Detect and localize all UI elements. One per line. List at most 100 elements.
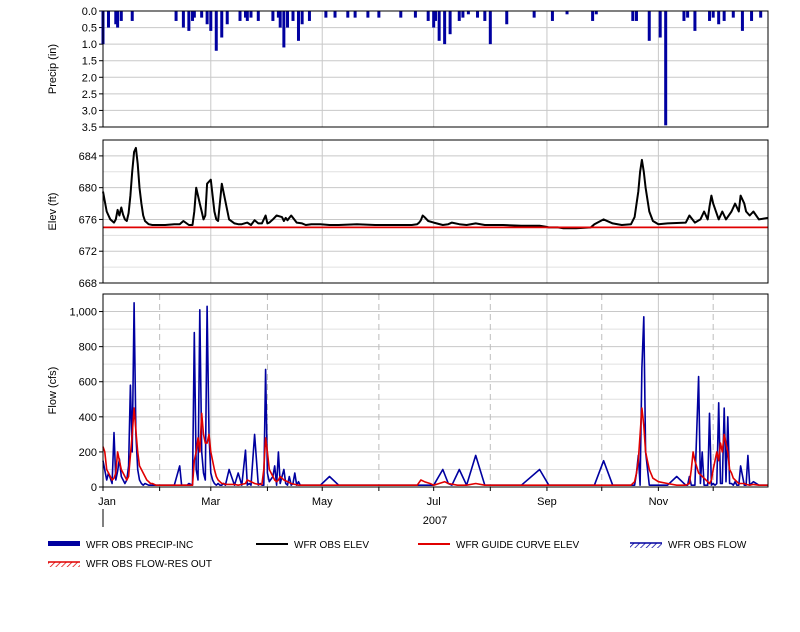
precip-bar bbox=[750, 11, 754, 21]
legend-item: WFR OBS ELEV bbox=[256, 540, 369, 551]
precip-bar bbox=[731, 11, 735, 18]
legend-item: WFR OBS FLOW-RES OUT bbox=[48, 559, 212, 570]
precip-bar bbox=[225, 11, 229, 25]
series-line-wfr-obs-flow-res-out bbox=[102, 407, 768, 487]
precip-bar bbox=[181, 11, 185, 28]
x-tick-label: May bbox=[312, 496, 333, 508]
y-tick-label: 800 bbox=[79, 342, 97, 354]
precip-bar bbox=[591, 11, 595, 21]
x-axis: Jan Mar May Jul Sep Nov 2007 bbox=[98, 487, 714, 527]
precip-bar bbox=[296, 11, 300, 41]
precip-bar bbox=[282, 11, 286, 48]
precip-bar bbox=[106, 11, 110, 28]
y-tick-label: 3.5 bbox=[82, 122, 97, 134]
precip-bar bbox=[664, 11, 668, 126]
precip-bar bbox=[717, 11, 721, 25]
precip-bar bbox=[333, 11, 337, 18]
panel-elevation: 668 672 676 680 684 Elev (ft) bbox=[47, 139, 769, 290]
series-line-wfr-obs-flow bbox=[102, 301, 768, 487]
precip-bar bbox=[205, 11, 209, 25]
y-tick-label: 600 bbox=[79, 377, 97, 389]
panel-precip: 0.0 0.5 1.0 1.5 2.0 2.5 3.0 3.5 Precip (in) bbox=[47, 6, 769, 134]
precip-bar bbox=[119, 11, 123, 21]
precip-bar bbox=[353, 11, 357, 18]
y-tick-label: 1.5 bbox=[82, 56, 97, 68]
x-year-label: 2007 bbox=[423, 515, 447, 527]
y-axis-title: Elev (ft) bbox=[47, 193, 59, 231]
precip-bar bbox=[271, 11, 275, 21]
y-tick-label: 672 bbox=[79, 246, 97, 258]
legend-item: WFR OBS PRECIP-INC bbox=[48, 540, 193, 551]
y-tick-label: 668 bbox=[79, 278, 97, 290]
y-tick-label: 1.0 bbox=[82, 39, 97, 51]
legend-label: WFR OBS FLOW-RES OUT bbox=[86, 559, 212, 570]
legend-label: WFR OBS ELEV bbox=[294, 540, 369, 551]
precip-bar bbox=[256, 11, 260, 21]
legend-item: WFR OBS FLOW bbox=[630, 540, 747, 551]
precip-bar bbox=[708, 11, 712, 21]
panel-frame bbox=[102, 139, 769, 284]
y-axis-title: Flow (cfs) bbox=[47, 367, 59, 415]
precip-bar bbox=[307, 11, 311, 21]
legend-label: WFR OBS PRECIP-INC bbox=[86, 540, 193, 551]
precip-bar bbox=[366, 11, 370, 18]
x-tick-label: Jul bbox=[427, 496, 441, 508]
precip-bar bbox=[693, 11, 697, 31]
y-tick-label: 400 bbox=[79, 412, 97, 424]
y-tick-label: 680 bbox=[79, 183, 97, 195]
precip-bar bbox=[249, 11, 253, 18]
precip-bar bbox=[116, 11, 120, 28]
legend-label: WFR GUIDE CURVE ELEV bbox=[456, 540, 579, 551]
precip-bar bbox=[647, 11, 651, 41]
panel-frame bbox=[102, 10, 769, 128]
precip-bar bbox=[130, 11, 134, 21]
precip-bar bbox=[399, 11, 403, 18]
precip-bar bbox=[634, 11, 638, 21]
precip-bar bbox=[476, 11, 480, 18]
hydrograph-chart: 0.0 0.5 1.0 1.5 2.0 2.5 3.0 3.5 Precip (in) 668 67… bbox=[0, 0, 800, 627]
precip-bar bbox=[413, 11, 417, 18]
precip-bar bbox=[759, 11, 763, 18]
precip-bar bbox=[426, 11, 430, 21]
precip-bar bbox=[532, 11, 536, 18]
precip-bar bbox=[174, 11, 178, 21]
x-tick-label: Jan bbox=[98, 496, 116, 508]
precip-bar bbox=[722, 11, 726, 21]
precip-bar bbox=[200, 11, 204, 18]
legend-swatch bbox=[48, 541, 80, 546]
x-tick-label: Sep bbox=[537, 496, 557, 508]
precip-bar bbox=[686, 11, 690, 18]
precip-bar bbox=[457, 11, 461, 21]
precip-bar bbox=[214, 11, 218, 51]
legend: WFR OBS PRECIP-INC WFR OBS ELEV WFR GUIDE … bbox=[48, 540, 747, 570]
precip-bar bbox=[443, 11, 447, 45]
precip-bar bbox=[300, 11, 304, 25]
y-tick-label: 200 bbox=[79, 447, 97, 459]
y-tick-label: 1,000 bbox=[69, 307, 97, 319]
precip-bar bbox=[437, 11, 441, 41]
legend-label: WFR OBS FLOW bbox=[668, 540, 747, 551]
precip-bar bbox=[434, 11, 437, 21]
precip-bar bbox=[740, 11, 744, 31]
precip-bar bbox=[286, 11, 290, 28]
precip-bar bbox=[238, 11, 242, 21]
precip-bar bbox=[278, 11, 282, 28]
precip-bar bbox=[505, 11, 509, 25]
y-tick-label: 684 bbox=[79, 151, 97, 163]
legend-item: WFR GUIDE CURVE ELEV bbox=[418, 540, 579, 551]
y-tick-label: 676 bbox=[79, 214, 97, 226]
y-axis-title: Precip (in) bbox=[47, 44, 59, 94]
precip-bar bbox=[711, 11, 715, 18]
precip-bar bbox=[488, 11, 492, 45]
y-tick-label: 0.5 bbox=[82, 23, 97, 35]
panel-flow: 0 200 400 600 800 1,000 Flow (cfs) bbox=[47, 293, 769, 494]
y-tick-label: 3.0 bbox=[82, 105, 97, 117]
x-tick-label: Nov bbox=[649, 496, 669, 508]
precip-bar bbox=[346, 11, 350, 18]
precip-bar bbox=[209, 11, 213, 31]
precip-bar bbox=[245, 11, 249, 21]
precip-bar bbox=[682, 11, 686, 21]
precip-bar bbox=[220, 11, 224, 38]
precip-bar bbox=[291, 11, 295, 21]
y-tick-label: 0 bbox=[91, 482, 97, 494]
